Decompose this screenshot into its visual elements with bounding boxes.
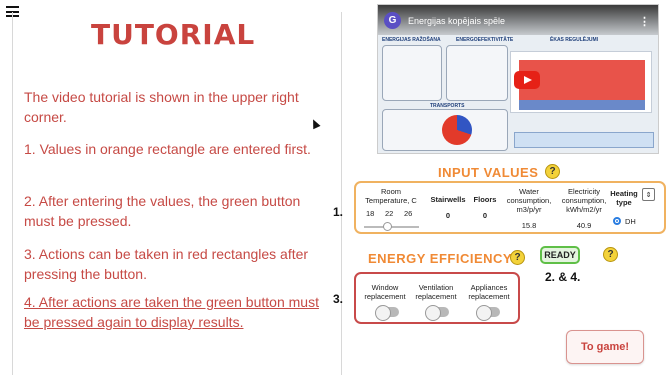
video-pie-chart xyxy=(442,115,472,145)
stairwells-input[interactable]: 0 xyxy=(428,211,468,220)
room-temp-max: 26 xyxy=(404,209,413,218)
video-title-bar: G Energijas kopējais spēle ⋮ xyxy=(378,5,658,35)
tutorial-panel: TUTORIAL The video tutorial is shown in … xyxy=(12,12,342,375)
room-temperature-label: Room Temperature, C xyxy=(365,187,417,205)
energy-efficiency-panel: Window replacement Ventilation replaceme… xyxy=(354,272,520,324)
channel-avatar[interactable]: G xyxy=(384,12,401,29)
to-game-button[interactable]: To game! xyxy=(566,330,644,364)
more-options-icon[interactable]: ⋮ xyxy=(639,15,650,28)
tutorial-title: TUTORIAL xyxy=(91,18,256,51)
video-results-table xyxy=(514,132,654,148)
step-3-marker: 3. xyxy=(333,292,344,306)
electricity-consumption-label: Electricity consumption, kWh/m2/yr xyxy=(561,187,607,214)
floors-label: Floors xyxy=(473,195,497,204)
tutorial-paragraph-step-4-link[interactable]: 4. After actions are taken the green but… xyxy=(24,292,329,332)
energy-efficiency-title: ENERGY EFFICIENCY xyxy=(368,251,513,266)
tutorial-paragraph-video: The video tutorial is shown in the upper… xyxy=(24,89,299,125)
heating-dh-label: DH xyxy=(625,217,636,226)
room-temp-mid: 22 xyxy=(385,209,394,218)
floors-input[interactable]: 0 xyxy=(470,211,500,220)
video-section-production: ENERGIJAS RAŽOŠANA xyxy=(382,37,441,43)
energy-efficiency-help-icon[interactable]: ? xyxy=(510,250,525,265)
step-1-marker: 1. xyxy=(333,205,344,219)
ventilation-replacement-toggle[interactable] xyxy=(425,305,449,321)
play-button[interactable] xyxy=(514,71,540,89)
window-replacement-label: Window replacement xyxy=(364,283,406,301)
electricity-consumption-input[interactable]: 40.9 xyxy=(556,221,612,230)
tutorial-video[interactable]: ENERGIJAS RAŽOŠANA ENERGOEFEKTIVITĀTE ĒK… xyxy=(377,4,659,154)
video-chart-blue-area xyxy=(519,100,645,110)
stairwells-label: Stairwells xyxy=(430,195,466,204)
tutorial-paragraph-step-3: 3. Actions can be taken in red rectangle… xyxy=(24,246,309,282)
appliances-replacement-toggle[interactable] xyxy=(476,305,500,321)
video-panel-efficiency xyxy=(446,45,508,101)
video-panel-production xyxy=(382,45,442,101)
water-consumption-label: Water consumption, m3/p/yr xyxy=(506,187,552,214)
appliances-replacement-label: Appliances replacement xyxy=(468,283,510,301)
ventilation-replacement-label: Ventilation replacement xyxy=(415,283,457,301)
step-2-4-marker: 2. & 4. xyxy=(545,270,581,284)
room-temp-min: 18 xyxy=(366,209,375,218)
heating-type-label: Heating type xyxy=(610,189,638,207)
ready-button[interactable]: READY xyxy=(540,246,580,264)
heating-type-select-icon[interactable]: ⇕ xyxy=(642,188,655,201)
window-replacement-toggle[interactable] xyxy=(375,305,399,321)
tutorial-paragraph-step-1: 1. Values in orange rectangle are entere… xyxy=(24,141,311,157)
video-section-regulations: ĒKAS REGULĒJUMI xyxy=(550,37,599,43)
ready-help-icon[interactable]: ? xyxy=(603,247,618,262)
room-temperature-slider-handle[interactable] xyxy=(383,222,392,231)
heating-dh-radio[interactable] xyxy=(613,217,621,225)
video-title[interactable]: Energijas kopējais spēle xyxy=(408,16,505,26)
video-section-efficiency: ENERGOEFEKTIVITĀTE xyxy=(456,37,514,43)
input-values-title: INPUT VALUES xyxy=(438,165,539,180)
tutorial-paragraph-step-2: 2. After entering the values, the green … xyxy=(24,193,301,229)
input-values-panel: Room Temperature, C 18 22 26 Stairwells … xyxy=(354,181,666,234)
water-consumption-input[interactable]: 15.8 xyxy=(504,221,554,230)
input-values-help-icon[interactable]: ? xyxy=(545,164,560,179)
